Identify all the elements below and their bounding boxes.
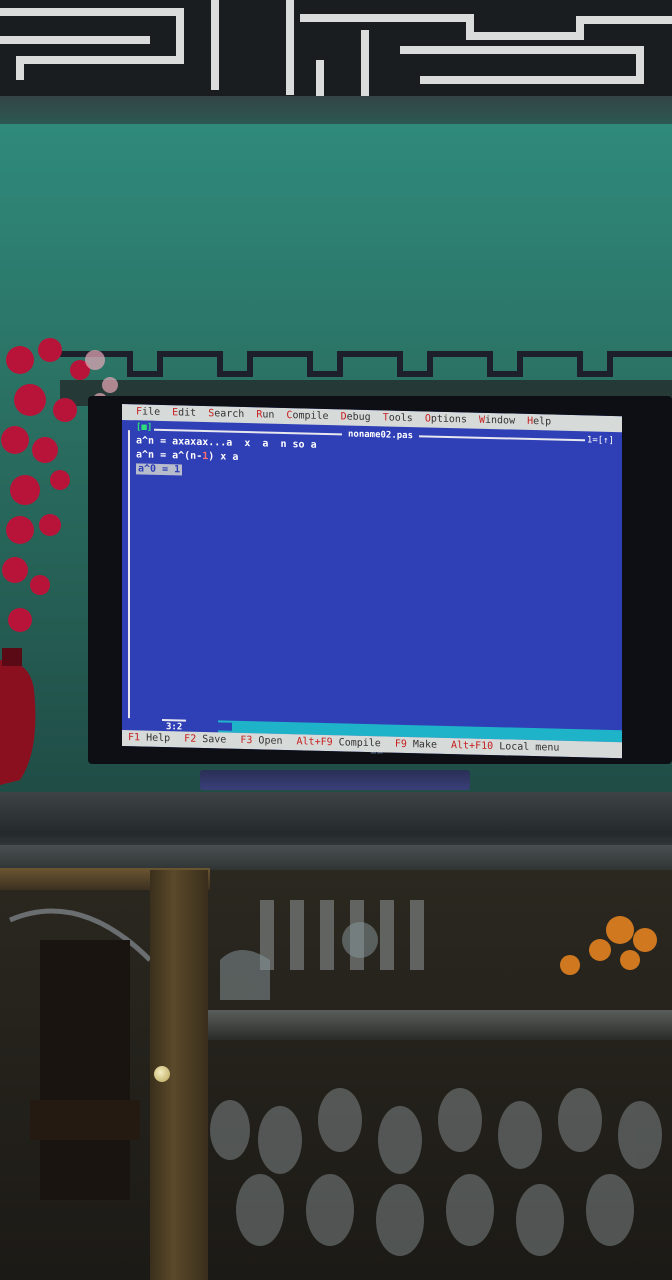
menu-compile[interactable]: Compile bbox=[286, 408, 328, 425]
wall-trim bbox=[0, 96, 672, 126]
hint-make[interactable]: F9 Make bbox=[395, 737, 437, 754]
close-box-icon[interactable]: [■] bbox=[134, 420, 155, 435]
code-line-2-end: ) x a bbox=[208, 451, 239, 463]
hint-open-label: Open bbox=[258, 735, 283, 747]
menu-tools[interactable]: Tools bbox=[383, 410, 413, 427]
code-editor[interactable]: a^n = axaxax...a x a n so a a^n = a^(n-1… bbox=[136, 434, 614, 732]
hint-compile-key: Alt+F9 bbox=[296, 736, 333, 749]
menu-help[interactable]: Help bbox=[527, 414, 551, 431]
menu-options[interactable]: Options bbox=[425, 411, 467, 428]
keyboard bbox=[200, 770, 470, 790]
menu-file[interactable]: File bbox=[136, 404, 160, 421]
hint-help-key: F1 bbox=[128, 732, 141, 744]
scrollbar-thumb[interactable] bbox=[218, 722, 232, 731]
hint-save-label: Save bbox=[202, 733, 227, 746]
glassware-display bbox=[210, 900, 662, 1256]
menu-debug[interactable]: Debug bbox=[341, 409, 371, 426]
glass-shelf bbox=[208, 1010, 672, 1040]
hint-local-menu[interactable]: Alt+F10 Local menu bbox=[451, 738, 559, 757]
hint-compile[interactable]: Alt+F9 Compile bbox=[297, 734, 381, 752]
decorative-lattice bbox=[0, 0, 672, 110]
hint-local-menu-key: Alt+F10 bbox=[451, 740, 494, 753]
editor-frame-left bbox=[128, 430, 130, 723]
selected-text: a^0 = 1 bbox=[136, 463, 183, 476]
hint-help[interactable]: F1 Help bbox=[128, 730, 170, 747]
menu-run[interactable]: Run bbox=[256, 407, 274, 423]
photo-scene: ▬▬ File Edit Search Run Compile Debug To… bbox=[0, 0, 672, 1280]
cabinet-knob bbox=[154, 1066, 170, 1082]
hint-save-key: F2 bbox=[184, 733, 197, 745]
hint-compile-label: Compile bbox=[338, 737, 381, 750]
hint-make-key: F9 bbox=[394, 738, 407, 750]
hint-open-key: F3 bbox=[240, 734, 253, 747]
hint-make-label: Make bbox=[412, 739, 437, 751]
hint-help-label: Help bbox=[146, 732, 171, 745]
hint-local-menu-label: Local menu bbox=[499, 741, 560, 754]
tv-shelf bbox=[0, 792, 672, 852]
hint-open[interactable]: F3 Open bbox=[240, 733, 282, 750]
hint-save[interactable]: F2 Save bbox=[184, 732, 226, 749]
menu-edit[interactable]: Edit bbox=[172, 405, 196, 422]
code-line-2-start: a^n = a^(n- bbox=[136, 449, 203, 462]
menu-search[interactable]: Search bbox=[208, 406, 244, 423]
chair-reflection bbox=[9, 908, 152, 1200]
menu-window[interactable]: Window bbox=[479, 413, 515, 430]
ide-screen: File Edit Search Run Compile Debug Tools… bbox=[122, 404, 622, 759]
